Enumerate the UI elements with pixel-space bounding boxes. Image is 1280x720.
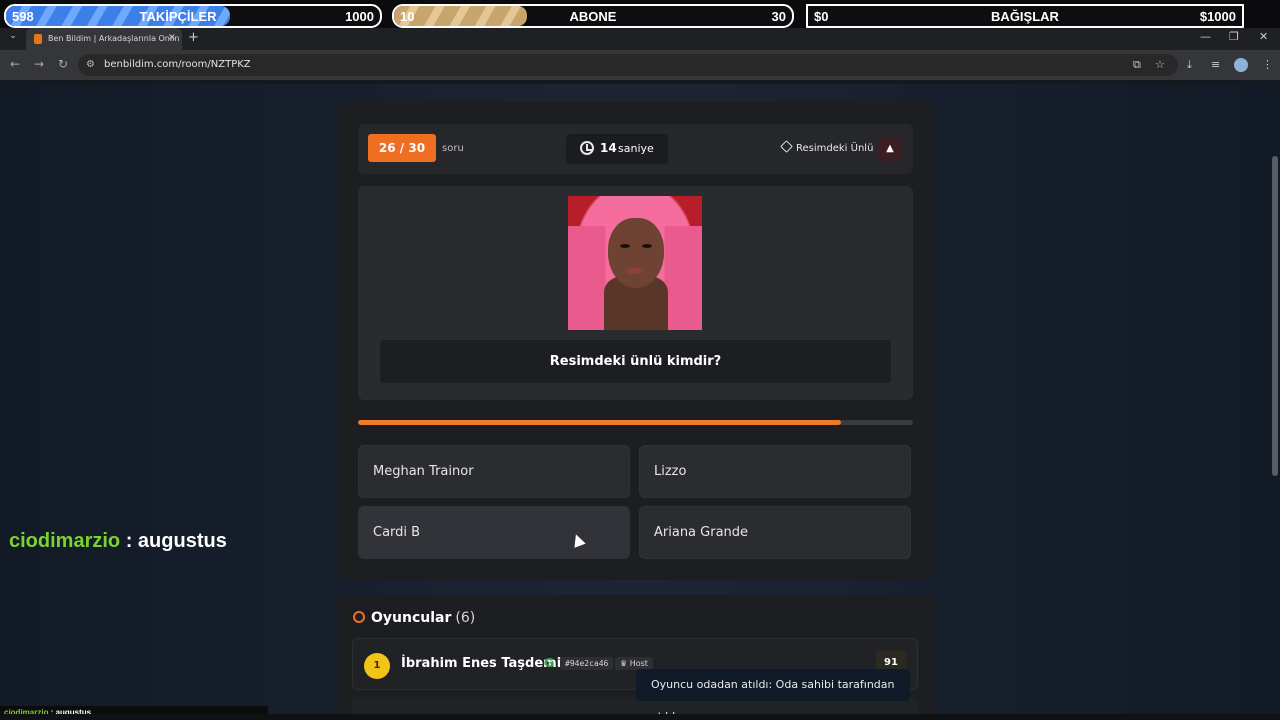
- subscribers-goal-bar: 10 ABONE 30: [392, 4, 794, 28]
- taskbar: [0, 714, 1280, 720]
- toast-notification: Oyuncu odadan atıldı: Oda sahibi tarafın…: [636, 669, 910, 720]
- users-icon: [353, 611, 365, 623]
- timer-value: 14: [600, 141, 617, 155]
- url-text[interactable]: benbildim.com/room/NZTPKZ: [104, 59, 251, 70]
- question-body: Resimdeki ünlü kimdir?: [358, 186, 913, 400]
- tab-close-icon[interactable]: ×: [168, 32, 176, 43]
- profile-avatar[interactable]: [1234, 58, 1248, 72]
- player-id-badge: #94e2ca46: [560, 657, 614, 670]
- crown-icon: ♛: [620, 659, 630, 668]
- install-app-icon[interactable]: ⧉: [1133, 58, 1141, 72]
- new-tab-icon[interactable]: +: [188, 30, 199, 45]
- tab-list-icon[interactable]: ⌄: [6, 31, 20, 45]
- subscribers-goal: 30: [771, 9, 786, 24]
- category-label: Resimdeki Ünlü: [796, 143, 874, 154]
- page-scrollbar[interactable]: [1272, 156, 1278, 476]
- question-text: Resimdeki ünlü kimdir?: [380, 340, 891, 383]
- followers-goal: 1000: [345, 9, 374, 24]
- media-control-icon[interactable]: ≡: [1211, 58, 1220, 71]
- address-bar[interactable]: ⚙ benbildim.com/room/NZTPKZ ⧉ ☆: [78, 54, 1178, 76]
- chat-username: ciodimarzio: [9, 530, 121, 552]
- window-close-icon[interactable]: ✕: [1259, 30, 1268, 43]
- warning-icon: ▲: [886, 143, 894, 154]
- celebrity-image: [568, 196, 702, 330]
- stream-chat-message: ciodimarzio : augustus: [9, 530, 227, 553]
- donations-goal-bar: $0 BAĞIŞLAR $1000: [806, 4, 1244, 28]
- page-content: 26 / 30 soru 14 saniye Resimdeki Ünlü ▲: [0, 84, 1280, 720]
- donations-goal: $1000: [1199, 9, 1236, 24]
- reload-icon[interactable]: ↻: [58, 57, 68, 71]
- browser-toolbar: ← → ↻ ⚙ benbildim.com/room/NZTPKZ ⧉ ☆ ⤓ …: [0, 50, 1280, 80]
- report-button[interactable]: ▲: [878, 137, 902, 161]
- players-heading: Oyuncular (6): [353, 610, 475, 626]
- browser-tab[interactable]: Ben Bildim | Arkadaşlarınla Onlin ×: [26, 28, 182, 50]
- restore-icon[interactable]: ❐: [1229, 30, 1239, 43]
- browser-tab-bar: ⌄ Ben Bildim | Arkadaşlarınla Onlin × + …: [0, 28, 1280, 50]
- answer-option-1[interactable]: Meghan Trainor: [358, 445, 630, 498]
- players-panel: Oyuncular (6) 1 İbrahim Enes Taşdemir G #…: [337, 595, 935, 720]
- answer-option-4[interactable]: Ariana Grande: [639, 506, 911, 559]
- minimize-icon[interactable]: —: [1200, 30, 1211, 43]
- host-label: Host: [629, 659, 648, 668]
- tag-icon: [780, 140, 793, 153]
- question-header: 26 / 30 soru 14 saniye Resimdeki Ünlü ▲: [358, 124, 913, 174]
- answer-option-3[interactable]: Cardi B: [358, 506, 630, 559]
- google-icon: G: [544, 656, 554, 670]
- player-name: İbrahim Enes Taşdemir: [401, 656, 568, 671]
- followers-goal-bar: 598 TAKİPÇİLER 1000: [4, 4, 382, 28]
- category-badge: Resimdeki Ünlü: [780, 140, 874, 154]
- answer-option-2[interactable]: Lizzo: [639, 445, 911, 498]
- donations-label: BAĞIŞLAR: [991, 9, 1059, 24]
- back-icon[interactable]: ←: [10, 57, 20, 71]
- followers-label: TAKİPÇİLER: [139, 9, 217, 24]
- bookmark-star-icon[interactable]: ☆: [1155, 58, 1165, 71]
- chat-text: augustus: [137, 530, 227, 552]
- site-info-icon[interactable]: ⚙: [86, 59, 95, 70]
- question-card: 26 / 30 soru 14 saniye Resimdeki Ünlü ▲: [337, 102, 935, 580]
- tab-title: Ben Bildim | Arkadaşlarınla Onlin: [48, 34, 180, 43]
- chat-separator: :: [120, 530, 138, 552]
- players-count: (6): [455, 610, 476, 626]
- timer-label: saniye: [618, 142, 654, 155]
- question-counter-suffix: soru: [442, 143, 464, 154]
- time-progress-fill: [358, 420, 841, 425]
- players-title: Oyuncular: [371, 610, 452, 626]
- download-icon[interactable]: ⤓: [1187, 58, 1192, 72]
- forward-icon[interactable]: →: [34, 57, 44, 71]
- menu-kebab-icon[interactable]: ⋮: [1262, 58, 1273, 71]
- site-favicon-icon: [34, 34, 42, 44]
- rank-badge: 1: [364, 653, 390, 679]
- subscribers-label: ABONE: [569, 9, 617, 24]
- timer: 14 saniye: [566, 134, 668, 164]
- clock-icon: [580, 141, 594, 155]
- time-progress-bar: [358, 420, 913, 425]
- question-counter: 26 / 30: [368, 134, 436, 162]
